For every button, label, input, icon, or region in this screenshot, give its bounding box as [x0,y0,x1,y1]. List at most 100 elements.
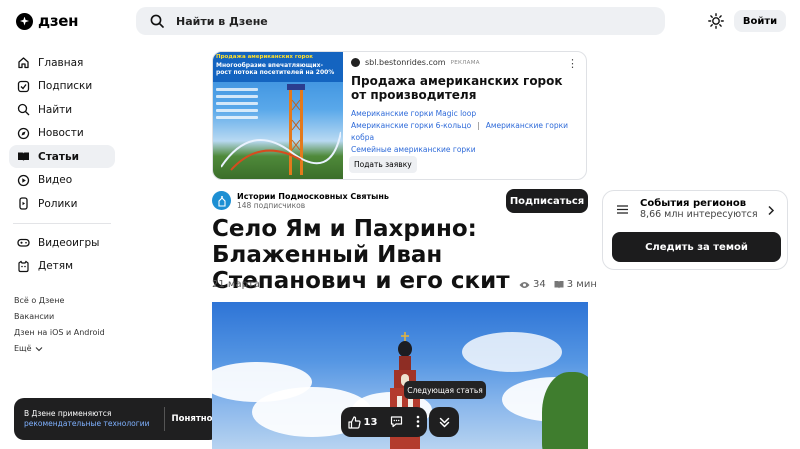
ad-link[interactable]: Американские горки 6-кольцо [351,121,471,130]
coaster-track-icon [221,131,341,171]
topic-widget-header[interactable]: События регионов 8,66 млн интересуются [617,198,758,220]
sidebar-footer-links: Всё о Дзене Вакансии Дзен на iOS и Andro… [14,293,105,357]
toast-accept-button[interactable]: Понятно [165,414,219,424]
ad-tag: РЕКЛАМА [450,59,480,66]
channel-avatar[interactable] [212,191,231,210]
ad-favicon-icon [351,58,360,67]
sidebar-item-subscriptions[interactable]: Подписки [9,75,115,98]
like-button[interactable]: 13 [347,415,378,429]
chevron-down-icon [35,347,42,352]
follow-topic-button[interactable]: Следить за темой [612,232,781,262]
views-stat: 34 [519,279,546,290]
kids-icon [17,260,30,273]
article-date: 21 марта [212,279,260,290]
ad-image[interactable]: Продажа американских горок Многообразие … [213,52,343,179]
articles-icon [17,150,30,163]
ad-title[interactable]: Продажа американских горок от производит… [351,74,578,102]
double-chevron-down-icon [439,417,449,427]
channel-name[interactable]: Истории Подмосковных Святынь [237,192,389,201]
comment-button[interactable] [390,413,403,432]
sidebar-item-label: Подписки [38,80,93,92]
ad-cta-button[interactable]: Подать заявку [349,156,417,173]
read-time: 3 мин [566,279,597,290]
ad-image-subheadline: Многообразие впечатляющих-рост потока по… [216,62,335,76]
shorts-icon [17,197,30,210]
thumbs-up-icon [347,415,361,429]
article-action-bar: 13 [341,407,427,437]
sidebar-item-search[interactable]: Найти [9,98,115,121]
sidebar-item-label: Найти [38,103,73,116]
theme-toggle-button[interactable] [707,12,725,30]
sidebar-item-label: Видеоигры [38,236,100,249]
eye-icon [519,281,530,288]
dzen-logo[interactable]: дзен [16,12,78,30]
sun-icon [708,13,724,29]
likes-count: 13 [363,416,378,428]
channel-text: Истории Подмосковных Святынь 148 подписч… [237,192,389,210]
tree [542,372,588,449]
sidebar-item-label: Главная [38,56,84,69]
ad-domain: sbl.bestonrides.com [365,58,446,67]
sidebar-item-videogames[interactable]: Видеоигры [9,231,115,254]
toast-text: В Дзене применяются [24,409,112,418]
read-time-stat: 3 мин [554,279,597,290]
ad-link-separator: | [477,121,480,130]
subscriptions-icon [17,80,30,93]
sidebar-item-home[interactable]: Главная [9,51,115,74]
footer-link-apps[interactable]: Дзен на iOS и Android [14,325,105,341]
gamepad-icon [17,236,30,249]
dzen-logo-icon [16,12,33,30]
home-icon [17,56,30,69]
more-options-icon[interactable]: ⋮ [567,57,578,70]
toast-message: В Дзене применяются рекомендательные тех… [14,409,164,429]
ad-link[interactable]: Американские горки Magic loop [351,108,578,120]
cloud [462,332,562,372]
login-button[interactable]: Войти [734,10,786,32]
subscribe-button[interactable]: Подписаться [506,189,588,213]
sidebar-item-label: Ролики [38,197,78,210]
next-article-tooltip: Следующая статья [404,381,486,399]
sidebar-item-kids[interactable]: Детям [9,255,115,278]
news-icon [17,127,30,140]
sidebar-item-label: Видео [38,174,73,186]
video-icon [17,174,30,187]
cookie-toast: В Дзене применяются рекомендательные тех… [14,398,219,440]
sidebar-item-label: Статьи [38,150,79,163]
topic-widget: События регионов 8,66 млн интересуются С… [602,190,788,270]
sidebar-item-label: Детям [38,260,74,272]
ad-card[interactable]: Продажа американских горок Многообразие … [212,51,587,180]
ad-link[interactable]: Семейные американские горки [351,144,578,156]
ad-image-headline: Продажа американских горок [216,54,313,60]
sidebar-divider [13,223,111,224]
comment-icon [391,415,403,427]
sidebar-item-video[interactable]: Видео [9,169,115,192]
footer-link-about[interactable]: Всё о Дзене [14,293,105,309]
channel-subscribers: 148 подписчиков [237,200,306,210]
footer-link-more[interactable]: Ещё [14,341,105,357]
sidebar-item-shorts[interactable]: Ролики [9,192,115,215]
footer-link-jobs[interactable]: Вакансии [14,309,105,325]
more-vertical-icon [417,415,420,427]
ad-links: Американские горки Magic loop Американск… [351,108,578,156]
search-placeholder: Найти в Дзене [176,14,268,28]
ad-body: sbl.bestonrides.com РЕКЛАМА ⋮ Продажа ам… [343,52,586,179]
book-icon [554,281,564,289]
church-icon [217,195,226,207]
toast-link[interactable]: рекомендательные технологии [24,419,164,429]
search-icon [150,14,164,28]
views-count: 34 [533,279,546,290]
chevron-right-icon[interactable] [767,205,775,216]
widget-title: События регионов [640,198,747,209]
menu-lines-icon [617,204,628,214]
sidebar-item-news[interactable]: Новости [9,122,115,145]
sidebar: Главная Подписки Найти Новости Статьи Ви… [9,51,115,278]
logo-text: дзен [38,12,79,30]
next-article-button[interactable] [429,407,459,437]
sidebar-item-label: Новости [38,127,84,139]
ad-source[interactable]: sbl.bestonrides.com РЕКЛАМА [351,58,578,67]
channel-info[interactable]: Истории Подмосковных Святынь 148 подписч… [212,191,389,210]
widget-subtitle: 8,66 млн интересуются [640,209,758,220]
search-input[interactable]: Найти в Дзене [136,7,665,35]
more-actions-button[interactable] [416,413,420,432]
sidebar-item-articles[interactable]: Статьи [9,145,115,168]
